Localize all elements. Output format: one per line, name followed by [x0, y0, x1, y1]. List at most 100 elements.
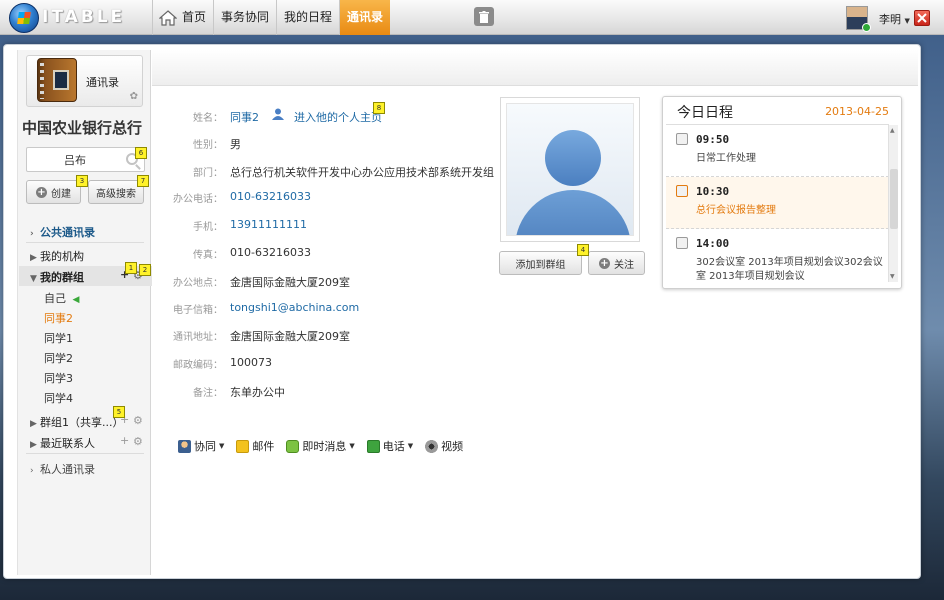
tree-my-groups[interactable]: ▼ 我的群组 — [30, 269, 84, 285]
badge-4: 4 — [577, 244, 589, 256]
chevron-down-icon: ▼ — [349, 442, 355, 450]
label-mobile: 手机： — [193, 222, 223, 233]
email-label: 邮件 — [252, 440, 275, 453]
badge-8: 8 — [373, 102, 385, 114]
value-dept: 总行总行机关软件开发中心办公应用技术部系统开发组 — [230, 166, 494, 179]
webcam-icon — [425, 439, 439, 453]
close-button[interactable] — [914, 10, 930, 26]
schedule-scrollbar[interactable]: ▲ ▼ — [888, 125, 898, 282]
badge-5: 5 — [113, 406, 125, 418]
follow-button[interactable]: + 关注 — [588, 251, 645, 275]
schedule-item-current[interactable]: 10:30 总行会议报告整理 — [666, 177, 889, 229]
value-zip: 100073 — [230, 356, 272, 369]
label-name: 姓名： — [193, 113, 223, 124]
tree-group1[interactable]: ▶ 群组1（共享...） — [30, 414, 124, 430]
calendar-icon — [676, 133, 688, 145]
app-logo: ITABLE — [42, 7, 126, 27]
value-gender: 男 — [230, 138, 241, 151]
tree-my-org-label: 我的机构 — [40, 250, 84, 263]
user-menu[interactable]: 李明 ▼ — [879, 11, 910, 27]
trash-button[interactable] — [474, 7, 494, 26]
schedule-text: 302会议室 2013年项目规划会议302会议室 2013年项目规划会议 — [696, 257, 883, 282]
top-bar: ITABLE 首页 事务协同 我的日程 通讯录 李明 ▼ — [0, 0, 944, 35]
group-member-selected[interactable]: 同事2 — [44, 310, 73, 326]
nav-tab-collaboration[interactable]: 事务协同 — [213, 0, 276, 35]
phone-button[interactable]: 电话 ▼ — [366, 438, 414, 454]
badge-2: 2 — [139, 264, 151, 276]
main-nav: 首页 事务协同 我的日程 通讯录 — [152, 0, 391, 35]
personal-homepage-link[interactable]: 进入他的个人主页 — [294, 109, 382, 125]
scroll-down-icon[interactable]: ▼ — [890, 273, 895, 280]
badge-1: 1 — [125, 262, 137, 274]
plus-icon: + — [599, 257, 610, 269]
plus-icon: + — [36, 186, 47, 198]
video-label: 视频 — [441, 440, 464, 453]
user-name: 李明 — [879, 13, 901, 26]
group-member[interactable]: 自己 ◀ — [44, 290, 79, 306]
value-address: 金唐国际金融大厦209室 — [230, 276, 350, 289]
close-icon — [917, 13, 927, 23]
default-avatar-icon — [506, 103, 634, 236]
value-mobile[interactable]: 13911111111 — [230, 218, 307, 231]
chevron-down-icon: ▼ — [407, 442, 414, 450]
advanced-search-label: 高级搜索 — [96, 188, 136, 200]
contacts-app-card[interactable]: 通讯录 ✿ — [26, 55, 143, 107]
group-member[interactable]: 同学3 — [44, 370, 73, 386]
label-email: 电子信箱： — [173, 305, 223, 316]
email-button[interactable]: 邮件 — [236, 438, 274, 454]
advanced-search-button[interactable]: 高级搜索 — [88, 180, 144, 204]
chevron-down-icon: ▼ — [219, 442, 225, 450]
triangle-down-icon: ▼ — [30, 274, 37, 284]
instant-message-button[interactable]: 即时消息 ▼ — [286, 438, 355, 454]
calendar-icon — [676, 237, 688, 249]
gear-icon[interactable]: ⚙ — [133, 435, 143, 448]
group-member[interactable]: 同学2 — [44, 350, 73, 366]
today-schedule-panel: 今日日程 2013-04-25 09:50 日常工作处理 10:30 总行会议报… — [662, 96, 902, 289]
sidebar: 通讯录 ✿ 中国农业银行总行 6 + 创建 3 高级搜索 7 ›公共通讯录 ▶我… — [17, 50, 152, 575]
schedule-time: 10:30 — [696, 185, 730, 198]
value-office-phone[interactable]: 010-63216033 — [230, 190, 311, 203]
group-member[interactable]: 同学1 — [44, 330, 73, 346]
search-input[interactable] — [30, 148, 120, 171]
gear-icon[interactable]: ✿ — [130, 91, 138, 102]
user-avatar[interactable] — [846, 6, 871, 32]
collaborate-button[interactable]: 协同 ▼ — [178, 438, 224, 454]
add-icon[interactable]: + — [120, 434, 129, 447]
nav-tab-contacts[interactable]: 通讯录 — [339, 0, 391, 35]
nav-home[interactable]: 首页 — [152, 0, 213, 35]
org-name: 中国农业银行总行 — [22, 119, 143, 137]
collaborate-label: 协同 — [194, 440, 216, 453]
chevron-down-icon: ▼ — [904, 17, 910, 25]
group-member[interactable]: 同学4 — [44, 390, 73, 406]
badge-3: 3 — [76, 175, 88, 187]
video-button[interactable]: 视频 — [425, 438, 463, 454]
value-fax: 010-63216033 — [230, 246, 311, 259]
scroll-up-icon[interactable]: ▲ — [890, 127, 895, 134]
create-button[interactable]: + 创建 — [26, 180, 81, 204]
tree-private-contacts[interactable]: › 私人通讯录 — [30, 461, 95, 477]
triangle-right-icon: ▶ — [30, 440, 37, 450]
nav-tab-schedule[interactable]: 我的日程 — [276, 0, 339, 35]
schedule-item[interactable]: 14:00 302会议室 2013年项目规划会议302会议室 2013年项目规划… — [666, 229, 889, 282]
label-gender: 性别： — [193, 140, 223, 151]
value-email[interactable]: tongshi1@abchina.com — [230, 301, 359, 314]
badge-6: 6 — [135, 147, 147, 159]
contact-methods-bar: 协同 ▼ 邮件 即时消息 ▼ 电话 ▼ 视频 — [178, 438, 463, 454]
scroll-thumb[interactable] — [890, 169, 898, 229]
tree-recent-contacts[interactable]: ▶ 最近联系人 — [30, 435, 95, 451]
value-name[interactable]: 同事2 — [230, 109, 259, 125]
online-status-icon — [862, 23, 871, 32]
nav-home-label: 首页 — [182, 10, 207, 24]
tree-my-org[interactable]: ▶ 我的机构 — [30, 248, 84, 264]
windows-orb-icon[interactable] — [9, 3, 39, 33]
instant-message-label: 即时消息 — [302, 440, 347, 453]
tree-public-contacts[interactable]: › 公共通讯录 — [30, 224, 95, 240]
value-note: 东单办公中 — [230, 386, 285, 399]
label-note: 备注： — [193, 388, 223, 399]
add-to-group-button[interactable]: 添加到群组 — [499, 251, 582, 275]
mail-icon — [236, 439, 250, 453]
gear-icon[interactable]: ⚙ — [133, 414, 143, 427]
schedule-item[interactable]: 09:50 日常工作处理 — [666, 125, 889, 177]
label-dept: 部门： — [193, 168, 223, 179]
calendar-icon — [676, 185, 688, 197]
